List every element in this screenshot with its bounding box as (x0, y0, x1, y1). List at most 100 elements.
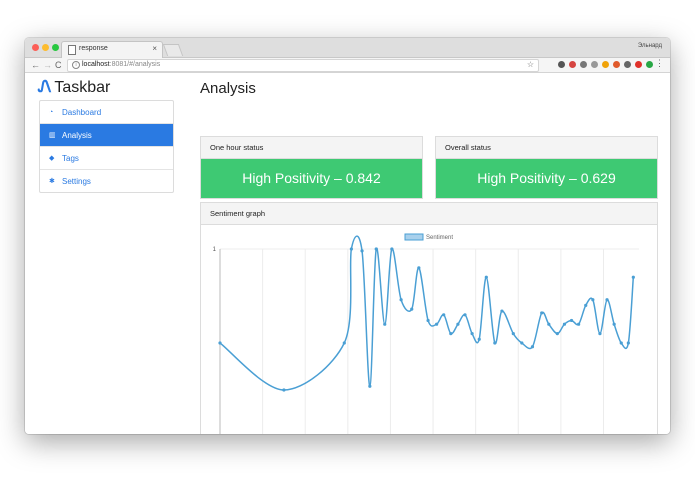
one-hour-status-card: One hour status High Positivity – 0.842 (200, 136, 423, 199)
page-icon (68, 45, 76, 55)
brand-logo-icon: Ꮑ (38, 79, 52, 96)
minimize-window-button[interactable] (42, 44, 49, 51)
maximize-window-button[interactable] (52, 44, 59, 51)
data-point (477, 337, 481, 341)
data-point (555, 332, 559, 336)
data-point (463, 313, 467, 317)
data-point (383, 322, 387, 326)
one-hour-status-value: High Positivity – 0.842 (201, 159, 422, 198)
tab-close-icon[interactable]: × (152, 44, 157, 54)
sidebar-item-label: Settings (62, 176, 91, 186)
data-point (540, 311, 544, 315)
reload-icon[interactable]: C (55, 59, 62, 71)
url-path: :8081/#/analysis (109, 61, 161, 68)
data-point (562, 322, 567, 326)
sentiment-graph-card: Sentiment graph 8PM 2AM 8AM 2PM 8PM 2AM 8AM 2PM… (200, 202, 658, 434)
legend-swatch (404, 233, 424, 241)
data-point (410, 307, 414, 311)
sidebar-item-label: Analysis (62, 130, 92, 140)
back-arrow-icon[interactable]: ← (31, 59, 40, 71)
data-point (484, 275, 488, 279)
gear-icon: ✱ (49, 178, 55, 185)
data-point (470, 332, 474, 336)
forward-arrow-icon[interactable]: → (43, 59, 52, 71)
data-point (520, 341, 524, 345)
tab-title: response (79, 45, 108, 52)
one-hour-status-header: One hour status (201, 137, 422, 159)
data-point (349, 247, 353, 251)
data-point (493, 341, 497, 345)
series-line-sentiment (219, 235, 635, 391)
sentiment-chart: 8PM 2AM 8AM 2PM 8PM 2AM 8AM 2PM 8PM 2AM01Sentimen… (213, 233, 639, 434)
data-point (547, 322, 551, 326)
data-point (530, 345, 535, 349)
tags-icon: ◆ (49, 155, 55, 162)
sidebar-item-label: Tags (62, 153, 79, 163)
sentiment-graph-header: Sentiment graph (201, 203, 657, 225)
close-window-button[interactable] (32, 44, 39, 51)
data-point (449, 332, 453, 336)
extension-icon[interactable] (580, 61, 587, 68)
data-point (417, 266, 421, 270)
extension-icon[interactable] (635, 61, 642, 68)
title-bar: response × Эльнард (25, 38, 670, 58)
brand-name: Taskbar (54, 79, 111, 96)
page-title: Analysis (200, 80, 256, 97)
data-point (577, 322, 581, 326)
sidebar-item-tags[interactable]: ◆ Tags (40, 147, 173, 170)
data-point (390, 247, 394, 251)
data-point (569, 318, 574, 323)
data-point (591, 298, 595, 302)
extension-icon[interactable] (591, 61, 598, 68)
menu-dots-icon[interactable]: ⋮ (655, 58, 664, 69)
url-host: localhost (82, 61, 110, 68)
url-text: localhost:8081/#/analysis (82, 61, 160, 68)
browser-toolbar: ← → C i localhost:8081/#/analysis ☆ ⋮ (25, 58, 670, 73)
sidebar-item-analysis[interactable]: ▥ Analysis (40, 124, 173, 147)
y-tick-label: 1 (213, 247, 217, 253)
data-point (456, 322, 460, 326)
data-point (631, 275, 635, 279)
bookmark-star-icon[interactable]: ☆ (527, 60, 534, 69)
app-page: Ꮑ Taskbar ◔ Dashboard ▥ Analysis ◆ Tags ✱ Setti… (25, 73, 670, 434)
data-point (605, 298, 609, 302)
info-icon[interactable]: i (72, 61, 80, 69)
data-point (342, 341, 346, 345)
extension-icon[interactable] (613, 61, 620, 68)
extension-icon[interactable] (602, 61, 609, 68)
data-point (626, 341, 630, 345)
sidebar-item-label: Dashboard (62, 107, 102, 117)
data-point (218, 341, 222, 345)
data-point (442, 313, 446, 317)
overall-status-card: Overall status High Positivity – 0.629 (435, 136, 658, 199)
sidebar-nav: ◔ Dashboard ▥ Analysis ◆ Tags ✱ Settings (39, 100, 174, 193)
sidebar-item-dashboard[interactable]: ◔ Dashboard (40, 101, 173, 124)
data-point (374, 247, 378, 251)
data-point (282, 388, 286, 392)
overall-status-header: Overall status (436, 137, 657, 159)
brand[interactable]: Ꮑ Taskbar (38, 79, 110, 97)
browser-tab[interactable]: response × (61, 41, 163, 58)
data-point (584, 303, 588, 307)
data-point (399, 298, 403, 302)
legend-label: Sentiment (426, 235, 453, 241)
bar-chart-icon: ▥ (49, 132, 56, 139)
data-point (435, 322, 439, 326)
data-point (360, 249, 364, 253)
address-bar[interactable]: i localhost:8081/#/analysis ☆ (67, 59, 539, 72)
gauge-icon: ◔ (49, 108, 54, 116)
data-point (426, 318, 430, 323)
data-point (500, 309, 504, 313)
data-point (368, 384, 372, 388)
extension-icon[interactable] (624, 61, 631, 68)
browser-window: response × Эльнард ← → C i localhost:808… (25, 38, 670, 434)
profile-name[interactable]: Эльнард (638, 43, 662, 49)
extension-icon[interactable] (569, 61, 576, 68)
sidebar-item-settings[interactable]: ✱ Settings (40, 170, 173, 192)
extension-icon[interactable] (646, 61, 653, 68)
data-point (612, 322, 616, 326)
extension-icon[interactable] (558, 61, 565, 68)
overall-status-value: High Positivity – 0.629 (436, 159, 657, 198)
new-tab-button[interactable] (162, 44, 184, 56)
data-point (511, 332, 515, 336)
